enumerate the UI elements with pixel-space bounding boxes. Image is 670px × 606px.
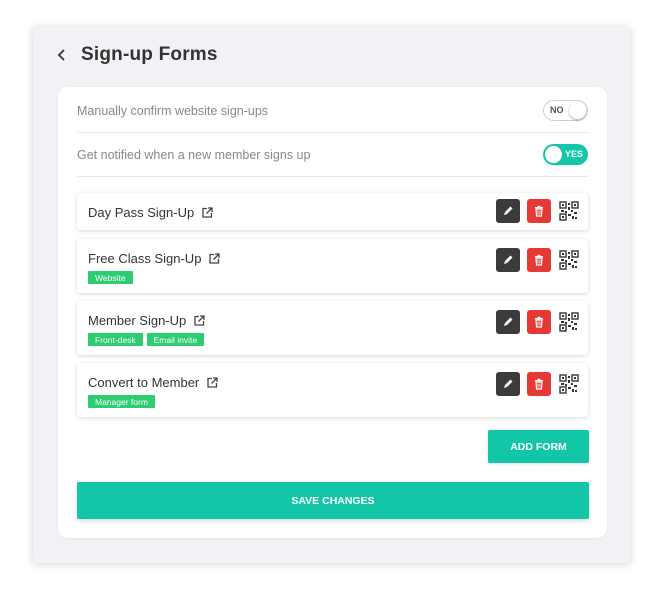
toggle-label: NO [550, 105, 564, 115]
pencil-icon [504, 255, 513, 264]
toggle-knob [569, 102, 586, 119]
form-name-wrap: Day Pass Sign-Up [88, 205, 213, 220]
qr-code-button[interactable] [558, 248, 580, 272]
tag-badge: Email invite [146, 333, 205, 346]
sign-up-forms-panel: Sign-up Forms Manually confirm website s… [33, 27, 630, 563]
setting-label: Get notified when a new member signs up [77, 147, 311, 162]
form-name: Day Pass Sign-Up [88, 205, 195, 220]
delete-button[interactable] [527, 248, 551, 272]
form-actions [496, 248, 580, 272]
form-tags: Manager form [88, 395, 155, 408]
form-name: Convert to Member [88, 375, 200, 390]
save-changes-button[interactable]: SAVE CHANGES [77, 482, 589, 519]
tag-badge: Website [88, 271, 133, 284]
pencil-icon [504, 317, 513, 326]
qr-code-icon [559, 374, 579, 394]
form-name-wrap: Free Class Sign-Up [88, 251, 221, 266]
delete-button[interactable] [527, 310, 551, 334]
form-actions [496, 199, 580, 223]
form-row-day-pass: Day Pass Sign-Up [77, 193, 588, 230]
edit-button[interactable] [496, 199, 520, 223]
form-name-wrap: Convert to Member [88, 375, 218, 390]
pencil-icon [504, 206, 513, 215]
form-tags: Front-desk Email invite [88, 333, 205, 346]
trash-icon [535, 378, 543, 390]
external-link-icon[interactable] [206, 376, 218, 389]
qr-code-icon [559, 250, 579, 270]
form-name-wrap: Member Sign-Up [88, 313, 205, 328]
delete-button[interactable] [527, 372, 551, 396]
chevron-left-icon[interactable] [55, 48, 69, 62]
setting-row-manual-confirm: Manually confirm website sign-ups NO [77, 89, 588, 133]
setting-row-notify: Get notified when a new member signs up … [77, 133, 588, 177]
form-actions [496, 372, 580, 396]
qr-code-icon [559, 312, 579, 332]
form-row-convert: Convert to Member Manager form [77, 363, 588, 417]
delete-button[interactable] [527, 199, 551, 223]
form-name: Member Sign-Up [88, 313, 187, 328]
header: Sign-up Forms [55, 42, 218, 68]
form-row-free-class: Free Class Sign-Up Website [77, 239, 588, 293]
trash-icon [535, 254, 543, 266]
pencil-icon [504, 379, 513, 388]
qr-code-button[interactable] [558, 199, 580, 223]
qr-code-icon [559, 201, 579, 221]
manual-confirm-toggle[interactable]: NO [543, 100, 588, 121]
form-tags: Website [88, 271, 133, 284]
page-title: Sign-up Forms [81, 44, 218, 65]
external-link-icon[interactable] [201, 206, 213, 219]
trash-icon [535, 316, 543, 328]
qr-code-button[interactable] [558, 310, 580, 334]
external-link-icon[interactable] [193, 314, 205, 327]
setting-label: Manually confirm website sign-ups [77, 103, 269, 118]
form-actions [496, 310, 580, 334]
edit-button[interactable] [496, 372, 520, 396]
notify-toggle[interactable]: YES [543, 144, 588, 165]
external-link-icon[interactable] [208, 252, 221, 265]
add-form-button[interactable]: ADD FORM [488, 430, 589, 463]
edit-button[interactable] [496, 248, 520, 272]
toggle-knob [545, 146, 562, 163]
edit-button[interactable] [496, 310, 520, 334]
tag-badge: Manager form [88, 395, 155, 408]
tag-badge: Front-desk [88, 333, 143, 346]
trash-icon [535, 205, 543, 217]
form-row-member: Member Sign-Up Front-desk Email invite [77, 301, 588, 355]
form-name: Free Class Sign-Up [88, 251, 202, 266]
toggle-label: YES [564, 149, 583, 159]
qr-code-button[interactable] [558, 372, 580, 396]
settings-card: Manually confirm website sign-ups NO Get… [58, 87, 607, 538]
